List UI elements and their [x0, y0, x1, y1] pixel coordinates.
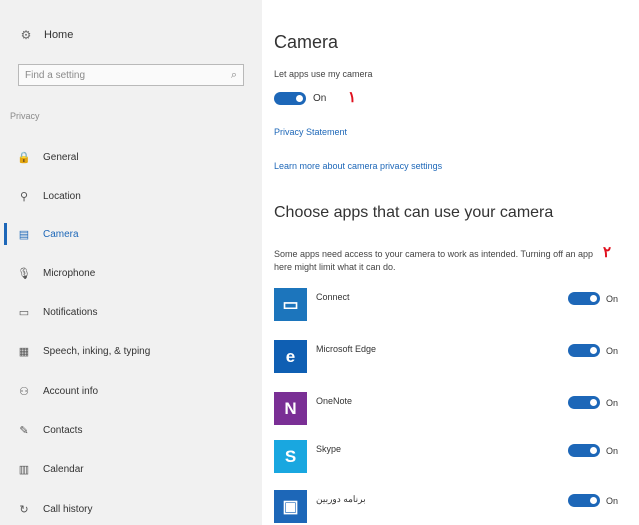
app-row: N OneNote On — [274, 392, 634, 426]
app-toggle[interactable]: On — [568, 396, 618, 409]
sidebar-item-calendar[interactable]: ▥ Calendar — [0, 458, 262, 480]
app-icon: e — [274, 340, 307, 373]
camera-toggle[interactable]: On — [274, 92, 326, 105]
sidebar-item-account-info[interactable]: ⚇ Account info — [0, 380, 262, 402]
app-icon: ▣ — [274, 490, 307, 523]
home-link[interactable]: ⚙ Home — [18, 28, 74, 42]
sidebar-item-label: Notifications — [43, 306, 98, 318]
app-name: Microsoft Edge — [316, 344, 377, 354]
toggle-knob — [296, 95, 303, 102]
contacts-icon: ✎ — [19, 424, 29, 437]
toggle-state-label: On — [606, 293, 619, 304]
sidebar-item-call-history[interactable]: ↻ Call history — [0, 498, 262, 520]
toggle-switch[interactable] — [568, 292, 600, 305]
toggle-switch[interactable] — [568, 396, 600, 409]
app-toggle[interactable]: On — [568, 292, 618, 305]
sidebar-item-location[interactable]: ⚲ Location — [0, 185, 262, 207]
toggle-switch[interactable] — [568, 444, 600, 457]
app-icon: S — [274, 440, 307, 473]
app-toggle[interactable]: On — [568, 344, 618, 357]
search-input[interactable]: Find a setting ⌕ — [18, 64, 244, 86]
app-name: Connect — [316, 292, 350, 302]
app-name: برنامه دوربین — [316, 494, 366, 504]
sidebar-item-label: Calendar — [43, 463, 84, 475]
toggle-knob — [590, 347, 597, 354]
app-icon: N — [274, 392, 307, 425]
sidebar-item-microphone[interactable]: 🎙 Microphone — [0, 262, 262, 284]
sidebar-item-notifications[interactable]: ▭ Notifications — [0, 301, 262, 323]
app-toggle[interactable]: On — [568, 444, 618, 457]
sidebar-item-label: Account info — [43, 385, 99, 397]
camera-icon: ▤ — [18, 228, 30, 241]
search-placeholder: Find a setting — [25, 69, 86, 81]
app-row: ▣ برنامه دوربین On — [274, 490, 634, 524]
apps-description: Some apps need access to your camera to … — [274, 249, 594, 272]
app-row: S Skype On — [274, 440, 634, 474]
annotation-marker-2: ٢ — [603, 244, 612, 261]
toggle-knob — [590, 497, 597, 504]
app-row: e Microsoft Edge On — [274, 340, 634, 374]
toggle-switch[interactable] — [568, 344, 600, 357]
sidebar-item-label: Contacts — [43, 424, 83, 436]
privacy-statement-link[interactable]: Privacy Statement — [274, 127, 347, 137]
main-panel: Camera Let apps use my camera On ١ Priva… — [262, 0, 639, 525]
sidebar-item-label: Camera — [43, 228, 79, 240]
sidebar-item-contacts[interactable]: ✎ Contacts — [0, 419, 262, 441]
sidebar-item-label: Location — [43, 190, 81, 202]
toggle-knob — [590, 447, 597, 454]
toggle-knob — [590, 295, 597, 302]
toggle-knob — [590, 399, 597, 406]
sidebar-item-label: Speech, inking, & typing — [43, 345, 151, 357]
toggle-state-label: On — [606, 495, 619, 506]
sidebar-item-speech[interactable]: ▦ Speech, inking, & typing — [0, 340, 262, 362]
learn-more-link[interactable]: Learn more about camera privacy settings — [274, 161, 442, 171]
speech-icon: ▦ — [18, 345, 30, 358]
apps-heading: Choose apps that can use your camera — [274, 204, 554, 221]
toggle-state-label: On — [313, 93, 327, 104]
notification-icon: ▭ — [18, 306, 30, 319]
sidebar-item-label: Call history — [43, 503, 93, 515]
sidebar-item-general[interactable]: 🔒 General — [0, 146, 262, 168]
account-icon: ⚇ — [19, 385, 29, 398]
history-icon: ↻ — [19, 503, 29, 516]
sidebar-item-label: Microphone — [43, 267, 96, 279]
app-name: Skype — [316, 444, 342, 454]
microphone-icon: 🎙 — [17, 267, 31, 280]
toggle-state-label: On — [606, 397, 619, 408]
sidebar-item-label: General — [43, 151, 79, 163]
toggle-state-label: On — [606, 345, 619, 356]
toggle-state-label: On — [606, 445, 619, 456]
lock-icon: 🔒 — [17, 151, 31, 164]
toggle-switch[interactable] — [274, 92, 306, 105]
app-name: OneNote — [316, 396, 353, 406]
let-apps-label: Let apps use my camera — [274, 69, 373, 79]
calendar-icon: ▥ — [18, 463, 30, 476]
gear-icon: ⚙ — [20, 28, 32, 42]
home-label: Home — [44, 29, 74, 41]
app-toggle[interactable]: On — [568, 494, 618, 507]
search-icon: ⌕ — [230, 68, 237, 81]
sidebar-item-camera[interactable]: ▤ Camera — [0, 223, 262, 245]
location-icon: ⚲ — [19, 190, 29, 203]
app-icon: ▭ — [274, 288, 307, 321]
sidebar: ⚙ Home Find a setting ⌕ Privacy 🔒 Genera… — [0, 0, 262, 525]
annotation-marker-1: ١ — [348, 89, 357, 106]
section-label: Privacy — [10, 111, 40, 121]
toggle-switch[interactable] — [568, 494, 600, 507]
app-row: ▭ Connect On — [274, 288, 634, 322]
page-title: Camera — [274, 32, 339, 52]
